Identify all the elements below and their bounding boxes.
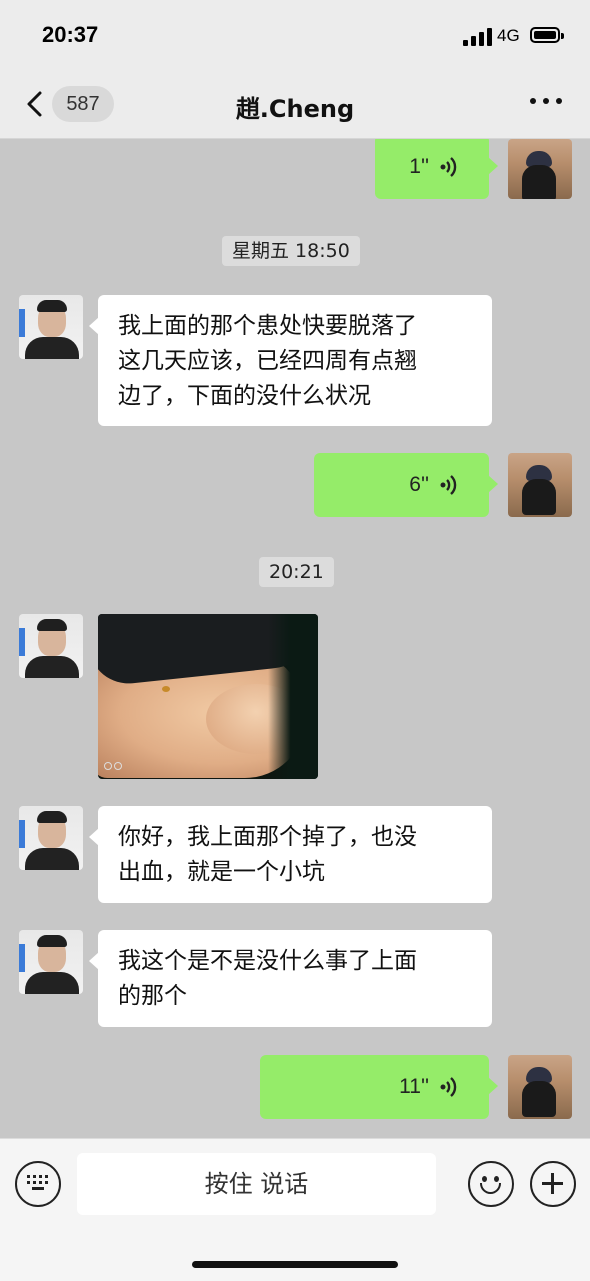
contact-avatar[interactable] [19, 806, 83, 870]
image-message[interactable] [98, 614, 318, 779]
text-message-bubble[interactable]: 我这个是不是没什么事了上面 的那个 [89, 930, 492, 1027]
battery-icon [530, 27, 564, 43]
voice-message-bubble[interactable]: 1'' [375, 139, 498, 199]
network-type: 4G [497, 26, 520, 45]
message-list[interactable]: 1'' 星期五 18:50 我上面的那个患处快要脱落了 这几天应该，已经四周有点… [0, 139, 590, 1138]
my-avatar[interactable] [508, 1055, 572, 1119]
message-text: 你好，我上面那个掉了，也没 出血，就是一个小坑 [118, 824, 417, 885]
voice-message-bubble[interactable]: 6'' [314, 453, 498, 517]
status-time: 20:37 [42, 22, 99, 47]
message-text: 我这个是不是没什么事了上面 的那个 [118, 948, 417, 1009]
hold-to-talk-button[interactable]: 按住 说话 [77, 1153, 436, 1215]
contact-avatar[interactable] [19, 295, 83, 359]
contact-avatar[interactable] [19, 930, 83, 994]
chat-title: 趙.Cheng [235, 95, 355, 123]
message-text: 我上面的那个患处快要脱落了 这几天应该，已经四周有点翘 边了，下面的没什么状况 [118, 313, 417, 409]
text-message-bubble[interactable]: 你好，我上面那个掉了，也没 出血，就是一个小坑 [89, 806, 492, 903]
input-bar: 按住 说话 [0, 1138, 590, 1281]
signal-icon [463, 28, 493, 46]
time-separator: 星期五 18:50 [222, 236, 360, 266]
voice-wave-icon [440, 157, 457, 177]
plus-icon[interactable] [530, 1161, 576, 1207]
voice-wave-icon [440, 1077, 457, 1097]
voice-message-bubble[interactable]: 11'' [260, 1055, 498, 1119]
voice-wave-icon [440, 475, 457, 495]
home-indicator[interactable] [192, 1261, 398, 1268]
my-avatar[interactable] [508, 453, 572, 517]
chat-header: 587 趙.Cheng [0, 70, 590, 139]
keyboard-icon[interactable] [15, 1161, 61, 1207]
voice-duration: 11'' [399, 1075, 429, 1098]
text-message-bubble[interactable]: 我上面的那个患处快要脱落了 这几天应该，已经四周有点翘 边了，下面的没什么状况 [89, 295, 492, 426]
camera-watermark [104, 762, 164, 772]
time-separator: 20:21 [259, 557, 334, 587]
voice-duration: 1'' [409, 155, 429, 178]
status-bar: 20:37 4G [0, 0, 590, 70]
my-avatar[interactable] [508, 139, 572, 199]
voice-duration: 6'' [409, 473, 429, 496]
emoji-icon[interactable] [468, 1161, 514, 1207]
more-dots-icon[interactable] [530, 98, 562, 108]
contact-avatar[interactable] [19, 614, 83, 678]
